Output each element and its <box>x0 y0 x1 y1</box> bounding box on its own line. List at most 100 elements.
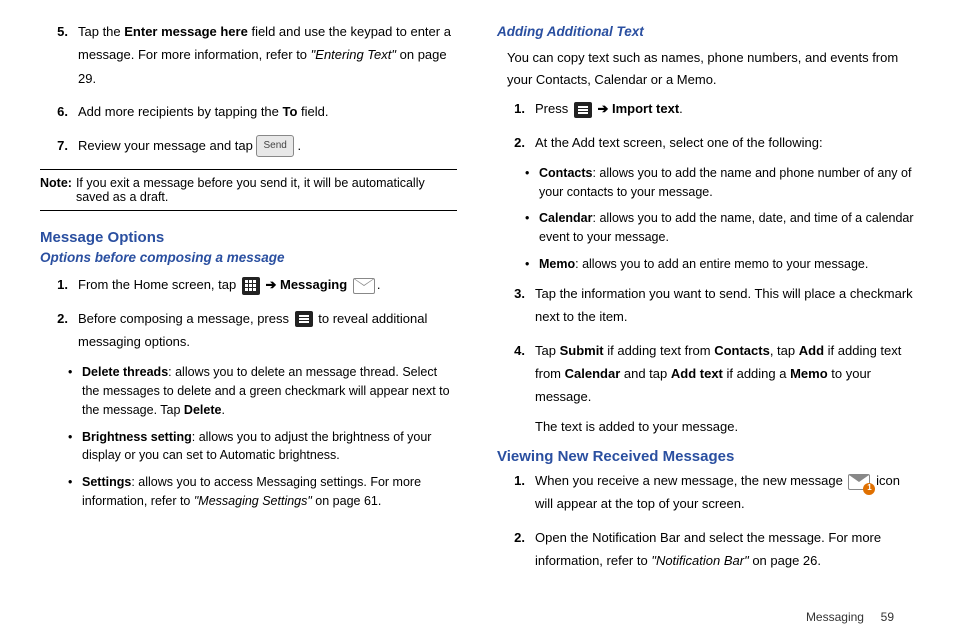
bullet-contacts: • Contacts: allows you to add the name a… <box>525 164 914 202</box>
text: . <box>297 138 301 153</box>
footer-section: Messaging <box>806 610 864 624</box>
heading-viewing-messages: Viewing New Received Messages <box>497 448 914 465</box>
text: on page 26. <box>749 553 821 568</box>
text: : allows you to add the name and phone n… <box>539 166 911 199</box>
step-4-result: The text is added to your message. <box>535 415 914 438</box>
source: Contacts <box>714 343 770 358</box>
option-name: Contacts <box>539 166 592 180</box>
text: Before composing a message, press <box>78 311 293 326</box>
option-name: Brightness setting <box>82 430 192 444</box>
step-text: Open the Notification Bar and select the… <box>535 526 914 573</box>
action: Add <box>799 343 824 358</box>
view-step-1: 1. When you receive a new message, the n… <box>497 469 914 516</box>
note-body: If you exit a message before you send it… <box>76 176 457 204</box>
step-number: 1. <box>40 273 78 296</box>
text: Tap <box>535 343 560 358</box>
bullet-dot: • <box>525 164 539 202</box>
intro-text: You can copy text such as names, phone n… <box>497 47 914 91</box>
action: Submit <box>560 343 604 358</box>
action: Delete <box>184 403 222 417</box>
step-text: Add more recipients by tapping the To fi… <box>78 100 457 123</box>
bullet-dot: • <box>68 473 82 511</box>
messaging-icon <box>353 278 375 294</box>
text: if adding a <box>723 366 790 381</box>
step-text: Tap Submit if adding text from Contacts,… <box>535 339 914 409</box>
text: if adding text from <box>604 343 715 358</box>
note-box: Note: If you exit a message before you s… <box>40 169 457 211</box>
text: Press <box>535 101 572 116</box>
option-step-1: 1. From the Home screen, tap ➔ Messaging… <box>40 273 457 296</box>
option-name: Memo <box>539 257 575 271</box>
action: Add text <box>671 366 723 381</box>
heading-message-options: Message Options <box>40 229 457 246</box>
new-message-icon: 1 <box>848 474 870 490</box>
step-number: 2. <box>40 307 78 354</box>
step-text: At the Add text screen, select one of th… <box>535 131 914 154</box>
step-number: 7. <box>40 134 78 158</box>
step-text: Review your message and tap Send . <box>78 134 457 158</box>
arrow-icon: ➔ <box>597 101 608 116</box>
reference: "Messaging Settings" <box>194 494 312 508</box>
bullet-text: Settings: allows you to access Messaging… <box>82 473 457 511</box>
text: on page 61. <box>312 494 382 508</box>
text: : allows you to add an entire memo to yo… <box>575 257 868 271</box>
app-name: Messaging <box>280 277 347 292</box>
step-number: 4. <box>497 339 535 409</box>
text: Add more recipients by tapping the <box>78 104 283 119</box>
bullet-settings: • Settings: allows you to access Messagi… <box>68 473 457 511</box>
step-text: Press ➔ Import text. <box>535 97 914 120</box>
add-step-4: 4. Tap Submit if adding text from Contac… <box>497 339 914 409</box>
bullet-text: Calendar: allows you to add the name, da… <box>539 209 914 247</box>
option-name: Calendar <box>539 211 593 225</box>
step-text: Tap the Enter message here field and use… <box>78 20 457 90</box>
bullet-memo: • Memo: allows you to add an entire memo… <box>525 255 914 274</box>
field-name: Enter message here <box>124 24 248 39</box>
page: 5. Tap the Enter message here field and … <box>0 0 954 636</box>
step-number: 2. <box>497 526 535 573</box>
step-5: 5. Tap the Enter message here field and … <box>40 20 457 90</box>
text: and tap <box>620 366 671 381</box>
step-number: 3. <box>497 282 535 329</box>
step-text: When you receive a new message, the new … <box>535 469 914 516</box>
text: : allows you to add the name, date, and … <box>539 211 914 244</box>
reference: "Entering Text" <box>311 47 396 62</box>
menu-icon <box>295 311 313 327</box>
field-name: To <box>283 104 298 119</box>
text: field. <box>297 104 328 119</box>
bullet-brightness: • Brightness setting: allows you to adju… <box>68 428 457 466</box>
bullet-text: Delete threads: allows you to delete an … <box>82 363 457 419</box>
step-number: 6. <box>40 100 78 123</box>
arrow-icon: ➔ <box>265 277 276 292</box>
step-text: Tap the information you want to send. Th… <box>535 282 914 329</box>
text: . <box>377 277 381 292</box>
subheading-adding-text: Adding Additional Text <box>497 24 914 39</box>
view-step-2: 2. Open the Notification Bar and select … <box>497 526 914 573</box>
menu-item: Import text <box>612 101 679 116</box>
step-7: 7. Review your message and tap Send . <box>40 134 457 158</box>
bullet-dot: • <box>68 428 82 466</box>
bullet-text: Contacts: allows you to add the name and… <box>539 164 914 202</box>
text: Review your message and tap <box>78 138 256 153</box>
step-number: 2. <box>497 131 535 154</box>
apps-icon <box>242 277 260 295</box>
bullet-calendar: • Calendar: allows you to add the name, … <box>525 209 914 247</box>
step-number: 1. <box>497 469 535 516</box>
step-text: Before composing a message, press to rev… <box>78 307 457 354</box>
bullet-text: Memo: allows you to add an entire memo t… <box>539 255 914 274</box>
add-step-2: 2. At the Add text screen, select one of… <box>497 131 914 154</box>
bullet-dot: • <box>525 209 539 247</box>
text: When you receive a new message, the new … <box>535 473 846 488</box>
page-footer: Messaging 59 <box>806 610 894 624</box>
option-name: Delete threads <box>82 365 168 379</box>
text: . <box>679 101 683 116</box>
menu-icon <box>574 102 592 118</box>
text: , tap <box>770 343 799 358</box>
reference: "Notification Bar" <box>651 553 748 568</box>
step-text: From the Home screen, tap ➔ Messaging . <box>78 273 457 296</box>
text: From the Home screen, tap <box>78 277 240 292</box>
note-label: Note: <box>40 176 76 204</box>
bullet-dot: • <box>68 363 82 419</box>
text: Tap the <box>78 24 124 39</box>
add-step-1: 1. Press ➔ Import text. <box>497 97 914 120</box>
bullet-dot: • <box>525 255 539 274</box>
